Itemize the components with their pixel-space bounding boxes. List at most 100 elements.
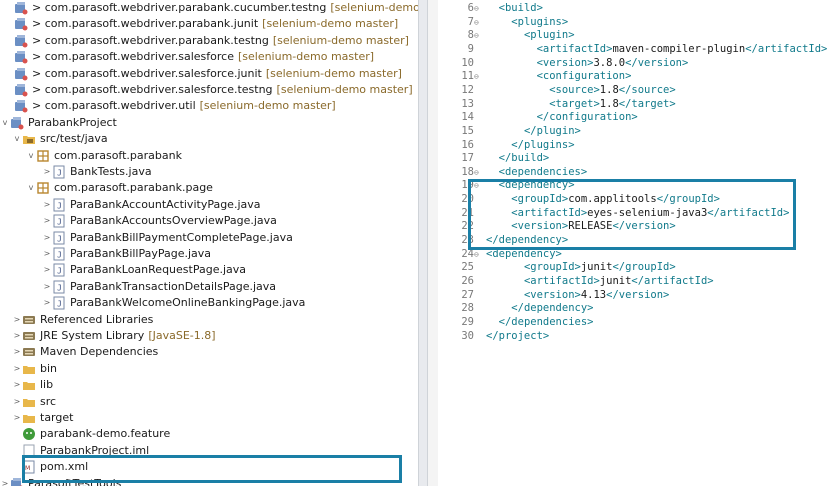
tree-item[interactable]: > com.parasoft.webdriver.util [selenium-d… <box>4 98 336 114</box>
code-line[interactable]: 21 <artifactId>eyes-selenium-java3</arti… <box>438 207 789 221</box>
expand-arrow-icon[interactable]: > <box>42 164 52 180</box>
code-line[interactable]: 14 </configuration> <box>438 111 637 125</box>
code-line[interactable]: 6⊖ <build> <box>438 2 543 16</box>
collapse-arrow-icon[interactable]: v <box>26 180 36 196</box>
expand-arrow-icon[interactable]: > <box>12 328 22 344</box>
svg-text:M: M <box>25 465 30 472</box>
code-line[interactable]: 8⊖ <plugin> <box>438 29 575 43</box>
tree-item[interactable]: > J BankTests.java <box>42 164 152 180</box>
pane-splitter[interactable] <box>418 0 428 486</box>
tree-item[interactable]: > J ParaBankAccountActivityPage.java <box>42 197 261 213</box>
expand-arrow-icon[interactable]: > <box>42 246 52 262</box>
tree-item[interactable]: > J ParaBankBillPaymentCompletePage.java <box>42 230 293 246</box>
tree-item[interactable]: > target <box>12 410 74 426</box>
fold-toggle-icon[interactable]: ⊖ <box>474 29 486 43</box>
tree-item[interactable]: > J ParaBankLoanRequestPage.java <box>42 262 246 278</box>
collapse-arrow-icon[interactable]: v <box>26 148 36 164</box>
code-line[interactable]: 7⊖ <plugins> <box>438 16 569 30</box>
code-line[interactable]: 19⊖ <dependency> <box>438 179 574 193</box>
expand-arrow-icon[interactable]: > <box>42 230 52 246</box>
tree-item[interactable]: > Maven Dependencies <box>12 344 159 360</box>
expand-arrow-icon[interactable]: > <box>42 295 52 311</box>
code-line[interactable]: 10 <version>3.8.0</version> <box>438 57 688 71</box>
fold-toggle-icon[interactable]: ⊖ <box>474 16 486 30</box>
tree-item[interactable]: > com.parasoft.webdriver.parabank.testng… <box>4 33 409 49</box>
tree-item[interactable]: > J ParaBankWelcomeOnlineBankingPage.java <box>42 295 305 311</box>
tree-item[interactable]: > J ParaBankTransactionDetailsPage.java <box>42 279 276 295</box>
tree-item[interactable]: > com.parasoft.webdriver.salesforce.juni… <box>4 66 402 82</box>
expand-arrow-icon[interactable]: > <box>42 279 52 295</box>
code-line[interactable]: 24⊖ <dependency> <box>438 248 562 262</box>
folder-icon <box>22 378 36 392</box>
tree-item[interactable]: > com.parasoft.webdriver.parabank.cucumb… <box>4 0 418 16</box>
fold-toggle-icon[interactable]: ⊖ <box>474 248 486 262</box>
xml-tag: </plugin> <box>523 125 581 137</box>
tree-item[interactable]: v com.parasoft.parabank.page <box>26 180 213 196</box>
xml-tag: <build> <box>498 2 543 14</box>
expand-arrow-icon[interactable]: > <box>12 344 22 360</box>
collapse-arrow-icon[interactable]: v <box>12 131 22 147</box>
tree-item[interactable]: Mpom.xml <box>12 459 88 475</box>
tree-item[interactable]: > bin <box>12 361 57 377</box>
code-line[interactable]: 11⊖ <configuration> <box>438 70 631 84</box>
tree-item[interactable]: v src/test/java <box>12 131 108 147</box>
tree-item[interactable]: > Referenced Libraries <box>12 312 154 328</box>
code-line[interactable]: 16 </plugins> <box>438 139 574 153</box>
code-line[interactable]: 29 </dependencies> <box>438 316 593 330</box>
tree-item[interactable]: v ParabankProject <box>0 115 117 131</box>
folder-icon <box>22 362 36 376</box>
tree-item[interactable]: > JRE System Library [JavaSE-1.8] <box>12 328 216 344</box>
line-number: 13 <box>461 98 474 110</box>
tree-item[interactable]: > J ParaBankAccountsOverviewPage.java <box>42 213 277 229</box>
expand-arrow-icon[interactable]: > <box>42 213 52 229</box>
fold-toggle-icon[interactable]: ⊖ <box>474 2 486 16</box>
tree-item[interactable]: parabank-demo.feature <box>12 426 170 442</box>
code-line[interactable]: 18⊖ <dependencies> <box>438 166 587 180</box>
line-number: 29 <box>461 316 474 328</box>
code-line[interactable]: 22 <version>RELEASE</version> <box>438 220 675 234</box>
line-number: 25 <box>461 261 474 273</box>
svg-text:J: J <box>57 251 62 260</box>
tree-item[interactable]: v com.parasoft.parabank <box>26 148 182 164</box>
tree-item[interactable]: > src <box>12 394 56 410</box>
tree-item[interactable]: ParabankProject.iml <box>12 443 149 459</box>
fold-toggle-icon[interactable]: ⊖ <box>474 179 486 193</box>
code-line[interactable]: 9 <artifactId>maven-compiler-plugin</art… <box>438 43 828 57</box>
expand-arrow-icon[interactable]: > <box>42 262 52 278</box>
svg-text:J: J <box>57 218 62 227</box>
expand-arrow-icon[interactable]: > <box>12 410 22 426</box>
tree-item[interactable]: > com.parasoft.webdriver.salesforce [sele… <box>4 49 374 65</box>
expand-arrow-icon[interactable]: > <box>12 377 22 393</box>
tree-item-label: BankTests.java <box>70 165 152 178</box>
expand-arrow-icon[interactable]: > <box>0 476 10 486</box>
fold-toggle-icon[interactable]: ⊖ <box>474 166 486 180</box>
git-branch-decoration: [selenium-demo master] <box>265 67 402 80</box>
tree-item[interactable]: > com.parasoft.webdriver.salesforce.test… <box>4 82 413 98</box>
tree-item[interactable]: > com.parasoft.webdriver.parabank.junit[… <box>4 16 398 32</box>
git-branch-decoration: [JavaSE-1.8] <box>148 329 216 342</box>
code-line[interactable]: 20 <groupId>com.applitools</groupId> <box>438 193 720 207</box>
code-line[interactable]: 17 </build> <box>438 152 549 166</box>
collapse-arrow-icon[interactable]: v <box>0 115 10 131</box>
tree-item[interactable]: > ParasoftTestTools <box>0 476 121 486</box>
tree-item[interactable]: > J ParaBankBillPayPage.java <box>42 246 211 262</box>
fold-toggle-icon[interactable]: ⊖ <box>474 70 486 84</box>
code-line[interactable]: 28 </dependency> <box>438 302 593 316</box>
expand-arrow-icon[interactable]: > <box>12 394 22 410</box>
pom-editor[interactable]: 6⊖ <build> 7⊖ <plugins> 8⊖ <plugin> 9 <arti… <box>428 0 840 486</box>
git-branch-decoration: [selenium-demo master] <box>272 34 409 47</box>
code-line[interactable]: 12 <source>1.8</source> <box>438 84 675 98</box>
code-line[interactable]: 27 <version>4.13</version> <box>438 289 669 303</box>
expand-arrow-icon[interactable]: > <box>12 361 22 377</box>
code-line[interactable]: 26 <artifactId>junit</artifactId> <box>438 275 713 289</box>
expand-arrow-icon[interactable]: > <box>42 197 52 213</box>
code-line[interactable]: 23 </dependency> <box>438 234 568 248</box>
code-line[interactable]: 13 <target>1.8</target> <box>438 98 675 112</box>
tree-item[interactable]: > lib <box>12 377 53 393</box>
expand-arrow-icon[interactable]: > <box>12 312 22 328</box>
code-line[interactable]: 30 </project> <box>438 330 549 344</box>
code-line[interactable]: 15 </plugin> <box>438 125 581 139</box>
code-line[interactable]: 25 <groupId>junit</groupId> <box>438 261 675 275</box>
